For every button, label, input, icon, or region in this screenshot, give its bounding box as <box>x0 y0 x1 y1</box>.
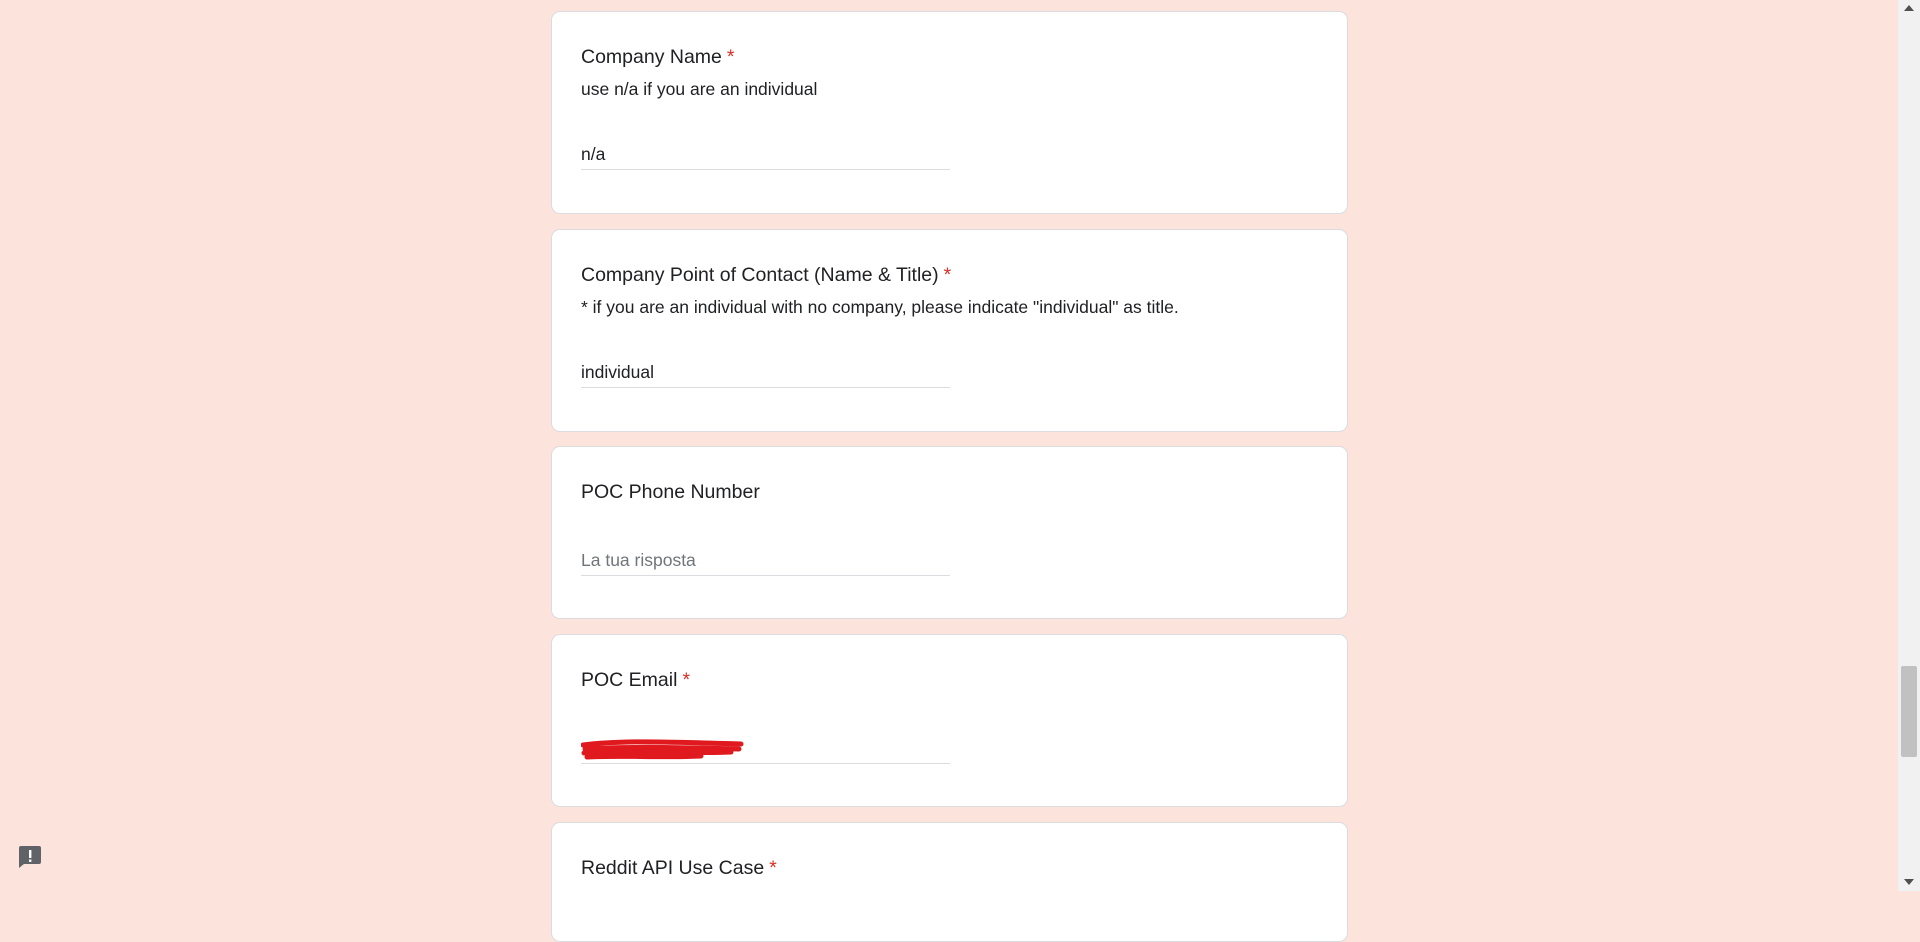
report-feedback-icon[interactable] <box>17 845 43 869</box>
required-asterisk: * <box>726 46 735 68</box>
question-title-text: Company Name <box>581 46 722 68</box>
question-title: POC Phone Number <box>581 481 760 504</box>
page-scrollbar[interactable] <box>1898 0 1920 891</box>
required-asterisk: * <box>769 857 777 879</box>
question-card-poc-contact: Company Point of Contact (Name & Title) *… <box>551 229 1348 432</box>
question-title: Company Point of Contact (Name & Title) * <box>581 264 951 287</box>
question-title: Reddit API Use Case * <box>581 857 777 880</box>
required-asterisk: * <box>943 264 952 286</box>
question-description: * if you are an individual with no compa… <box>581 297 1179 317</box>
question-description: use n/a if you are an individual <box>581 79 818 99</box>
scroll-down-arrow-icon[interactable] <box>1904 879 1914 885</box>
poc-contact-input[interactable]: individual <box>581 356 950 388</box>
question-title-text: Company Point of Contact (Name & Title) <box>581 264 939 286</box>
question-title-text: POC Email <box>581 669 678 691</box>
scrollbar-thumb[interactable] <box>1901 666 1917 757</box>
question-card-poc-email: POC Email * <box>551 634 1348 807</box>
company-name-input[interactable]: n/a <box>581 138 950 170</box>
required-asterisk: * <box>682 669 691 691</box>
poc-phone-input[interactable]: La tua risposta <box>581 544 950 576</box>
question-card-company-name: Company Name * use n/a if you are an indi… <box>551 11 1348 214</box>
poc-email-input[interactable] <box>581 732 950 764</box>
question-title: POC Email * <box>581 669 690 692</box>
question-card-poc-phone: POC Phone Number La tua risposta <box>551 446 1348 619</box>
question-card-api-use-case: Reddit API Use Case * <box>551 822 1348 942</box>
question-title-text: POC Phone Number <box>581 481 760 503</box>
redaction-scribble <box>581 739 744 760</box>
scroll-up-arrow-icon[interactable] <box>1904 5 1914 11</box>
question-title: Company Name * <box>581 46 734 69</box>
question-title-text: Reddit API Use Case <box>581 857 765 879</box>
